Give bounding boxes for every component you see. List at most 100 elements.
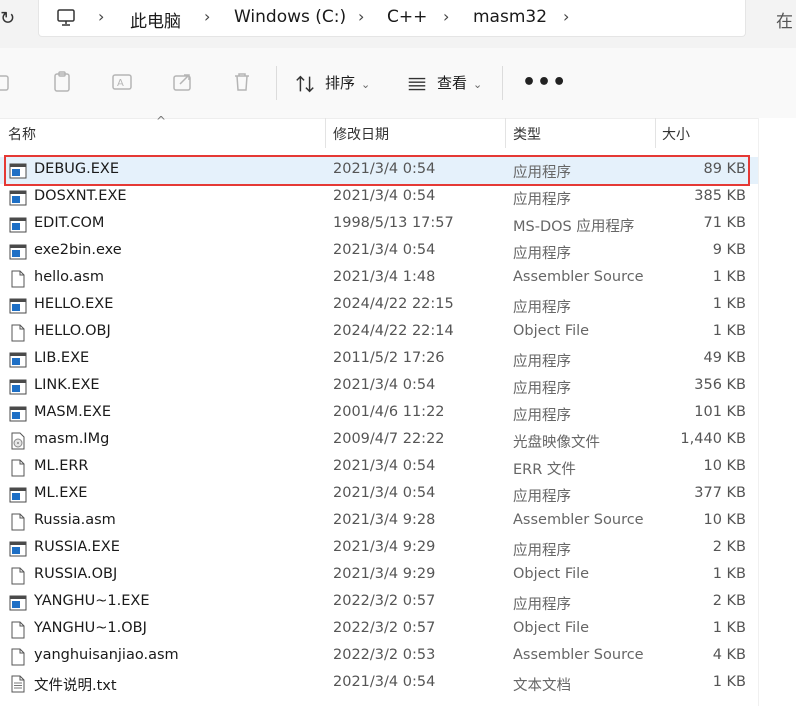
column-divider[interactable]	[655, 118, 656, 148]
delete-icon[interactable]	[230, 70, 254, 94]
file-size: 385 KB	[694, 188, 746, 204]
file-size: 1 KB	[712, 296, 746, 312]
exe-icon	[9, 540, 27, 558]
file-name: Russia.asm	[34, 512, 116, 528]
breadcrumb-this-pc[interactable]: 此电脑	[130, 7, 181, 32]
file-list: DEBUG.EXE 2021/3/4 0:54 应用程序 89 KB DOSXNT.EX…	[0, 157, 758, 697]
file-date: 2022/3/2 0:57	[333, 593, 436, 609]
doc-icon	[9, 324, 27, 342]
chevron-down-icon: ⌄	[361, 78, 371, 91]
file-size: 89 KB	[703, 161, 746, 177]
chevron-right-icon[interactable]: ›	[358, 7, 364, 26]
file-date: 2021/3/4 0:54	[333, 485, 436, 501]
file-type: 应用程序	[513, 543, 571, 559]
file-type: Assembler Source	[513, 512, 644, 528]
file-row[interactable]: DOSXNT.EXE 2021/3/4 0:54 应用程序 385 KB	[0, 184, 758, 211]
doc-icon	[9, 270, 27, 288]
file-row[interactable]: exe2bin.exe 2021/3/4 0:54 应用程序 9 KB	[0, 238, 758, 265]
breadcrumb-drive-c[interactable]: Windows (C:)	[234, 7, 346, 27]
column-divider[interactable]	[505, 118, 506, 148]
file-row[interactable]: ML.ERR 2021/3/4 0:54 ERR 文件 10 KB	[0, 454, 758, 481]
file-size: 71 KB	[703, 215, 746, 231]
exe-icon	[9, 189, 27, 207]
file-type: 文本文档	[513, 678, 571, 694]
file-name: RUSSIA.OBJ	[34, 566, 118, 582]
file-date: 2021/3/4 0:54	[333, 188, 436, 204]
share-icon[interactable]	[171, 70, 195, 94]
file-row[interactable]: RUSSIA.OBJ 2021/3/4 9:29 Object File 1 KB	[0, 562, 758, 589]
file-type: 应用程序	[513, 165, 571, 181]
exe-icon	[9, 351, 27, 369]
file-name: LIB.EXE	[34, 350, 90, 366]
file-row[interactable]: YANGHU~1.EXE 2022/3/2 0:57 应用程序 2 KB	[0, 589, 758, 616]
chevron-right-icon[interactable]: ›	[204, 7, 210, 26]
file-date: 2021/3/4 0:54	[333, 161, 436, 177]
doc-icon	[9, 513, 27, 531]
file-row[interactable]: ML.EXE 2021/3/4 0:54 应用程序 377 KB	[0, 481, 758, 508]
view-icon	[408, 77, 426, 91]
file-size: 10 KB	[703, 458, 746, 474]
file-row[interactable]: LINK.EXE 2021/3/4 0:54 应用程序 356 KB	[0, 373, 758, 400]
column-header-size[interactable]: 大小	[662, 124, 690, 144]
file-name: 文件说明.txt	[34, 678, 117, 694]
search-box[interactable]: 在	[776, 7, 793, 32]
rename-icon[interactable]: A	[110, 70, 134, 94]
file-date: 2021/3/4 0:54	[333, 674, 436, 690]
file-type: 应用程序	[513, 192, 571, 208]
breadcrumb-cpp[interactable]: C++	[387, 7, 427, 27]
chevron-right-icon[interactable]: ›	[98, 7, 104, 26]
file-size: 1 KB	[712, 566, 746, 582]
view-label: 查看	[437, 74, 468, 92]
file-type: 应用程序	[513, 489, 571, 505]
file-date: 2022/3/2 0:53	[333, 647, 436, 663]
sort-button[interactable]: 排序 ⌄	[325, 72, 370, 93]
exe-icon	[9, 297, 27, 315]
file-size: 9 KB	[712, 242, 746, 258]
file-row[interactable]: YANGHU~1.OBJ 2022/3/2 0:57 Object File 1 KB	[0, 616, 758, 643]
file-size: 1 KB	[712, 269, 746, 285]
breadcrumb-masm32[interactable]: masm32	[473, 7, 547, 27]
exe-icon	[9, 405, 27, 423]
file-size: 1,440 KB	[680, 431, 746, 447]
file-type: Object File	[513, 620, 590, 636]
file-row[interactable]: RUSSIA.EXE 2021/3/4 9:29 应用程序 2 KB	[0, 535, 758, 562]
file-name: EDIT.COM	[34, 215, 105, 231]
file-row[interactable]: Russia.asm 2021/3/4 9:28 Assembler Source 1…	[0, 508, 758, 535]
exe-icon	[9, 378, 27, 396]
more-options-button[interactable]: •••	[522, 70, 567, 95]
refresh-icon[interactable]: ↻	[0, 8, 15, 29]
file-row[interactable]: HELLO.OBJ 2024/4/22 22:14 Object File 1 KB	[0, 319, 758, 346]
file-size: 49 KB	[703, 350, 746, 366]
toolbar-divider	[502, 66, 503, 100]
chevron-right-icon[interactable]: ›	[563, 7, 569, 26]
file-row[interactable]: hello.asm 2021/3/4 1:48 Assembler Source 1 …	[0, 265, 758, 292]
exe-icon	[9, 594, 27, 612]
file-row[interactable]: EDIT.COM 1998/5/13 17:57 MS-DOS 应用程序 71 KB	[0, 211, 758, 238]
file-row[interactable]: HELLO.EXE 2024/4/22 22:15 应用程序 1 KB	[0, 292, 758, 319]
chevron-right-icon[interactable]: ›	[443, 7, 449, 26]
file-name: ML.EXE	[34, 485, 88, 501]
file-row[interactable]: DEBUG.EXE 2021/3/4 0:54 应用程序 89 KB	[0, 157, 758, 184]
file-row[interactable]: masm.IMg 2009/4/7 22:22 光盘映像文件 1,440 KB	[0, 427, 758, 454]
file-row[interactable]: yanghuisanjiao.asm 2022/3/2 0:53 Assembler…	[0, 643, 758, 670]
file-type: Object File	[513, 323, 590, 339]
column-header-name[interactable]: 名称	[8, 124, 36, 144]
file-type: 应用程序	[513, 597, 571, 613]
file-row[interactable]: 文件说明.txt 2021/3/4 0:54 文本文档 1 KB	[0, 670, 758, 697]
doc-icon	[9, 567, 27, 585]
column-header-type[interactable]: 类型	[513, 124, 541, 144]
paste-icon[interactable]	[50, 70, 74, 94]
file-size: 1 KB	[712, 674, 746, 690]
view-button[interactable]: 查看 ⌄	[437, 72, 482, 93]
file-date: 2024/4/22 22:15	[333, 296, 454, 312]
file-date: 2022/3/2 0:57	[333, 620, 436, 636]
copy-icon[interactable]	[0, 70, 16, 94]
column-divider[interactable]	[325, 118, 326, 148]
doc-icon	[9, 621, 27, 639]
file-row[interactable]: MASM.EXE 2001/4/6 11:22 应用程序 101 KB	[0, 400, 758, 427]
file-size: 2 KB	[712, 539, 746, 555]
doc-icon	[9, 459, 27, 477]
column-header-date[interactable]: 修改日期	[333, 124, 389, 144]
file-row[interactable]: LIB.EXE 2011/5/2 17:26 应用程序 49 KB	[0, 346, 758, 373]
file-type: 应用程序	[513, 300, 571, 316]
